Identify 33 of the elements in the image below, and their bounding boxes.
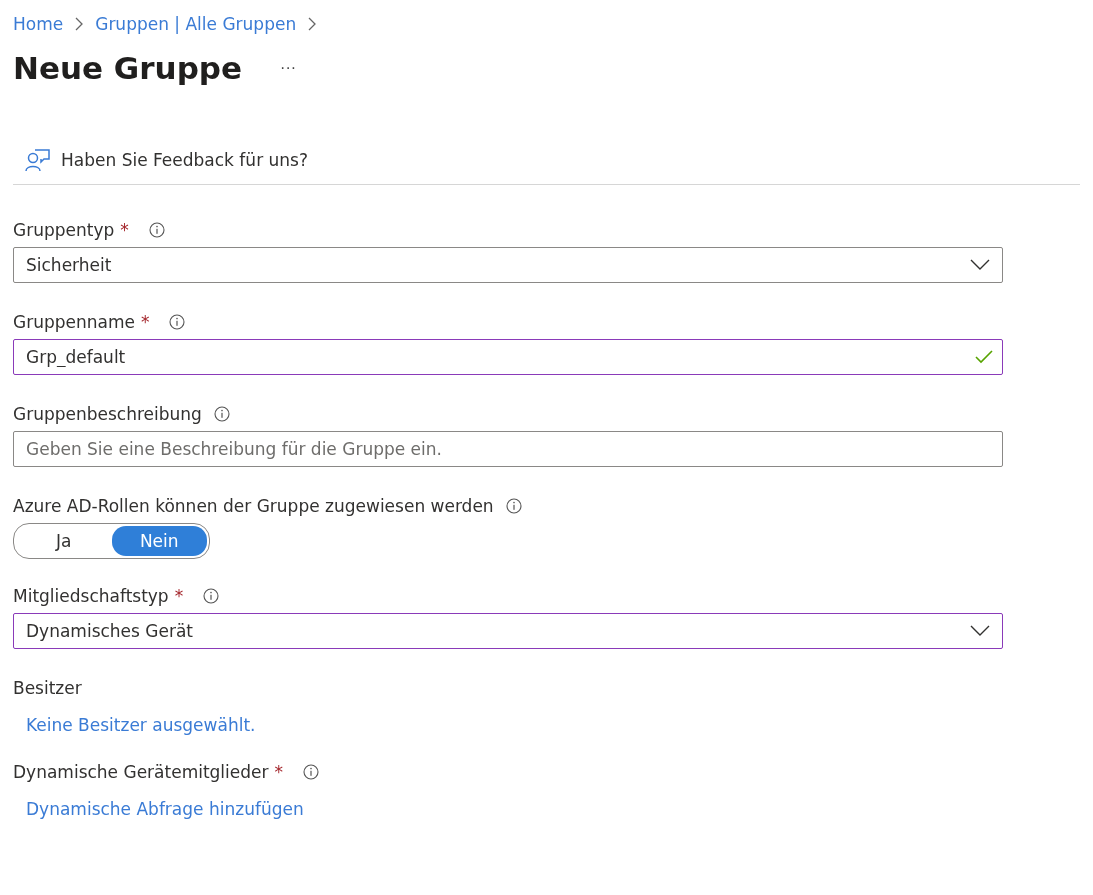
chevron-down-icon <box>970 259 990 271</box>
dropdown[interactable]: Sicherheit <box>13 247 1003 283</box>
toggle-option[interactable]: Nein <box>111 526 207 556</box>
field-label: Besitzer <box>13 678 82 698</box>
info-icon[interactable] <box>505 498 522 514</box>
field-label: Gruppenname <box>13 312 135 332</box>
text-input[interactable]: Geben Sie eine Beschreibung für die Gruppe ein. <box>13 431 1003 467</box>
breadcrumb-link[interactable]: Home <box>13 14 64 34</box>
field-label: Dynamische Gerätemitglieder <box>13 762 269 782</box>
field-label: Azure AD-Rollen können der Gruppe zugewiesen werden <box>13 496 494 516</box>
feedback-link[interactable]: Haben Sie Feedback für uns? <box>61 150 308 170</box>
info-icon[interactable] <box>203 588 220 604</box>
link[interactable]: Keine Besitzer ausgewählt. <box>13 705 1003 735</box>
chevron-down-icon <box>970 625 990 637</box>
breadcrumb-link[interactable]: Gruppen | Alle Gruppen <box>95 14 297 34</box>
required-mark: * <box>174 586 184 606</box>
info-icon[interactable] <box>213 406 230 422</box>
field-label: Gruppenbeschreibung <box>13 404 202 424</box>
page-title: Neue Gruppe <box>13 50 243 86</box>
info-icon[interactable] <box>303 764 319 780</box>
dropdown[interactable]: Dynamisches Gerät <box>13 613 1003 649</box>
required-mark: * <box>120 220 129 240</box>
more-button[interactable]: ··· <box>276 59 301 77</box>
link[interactable]: Dynamische Abfrage hinzufügen <box>13 789 1003 819</box>
required-mark: * <box>140 312 150 332</box>
person-feedback-icon <box>25 148 51 172</box>
field-label: Gruppentyp <box>13 220 115 240</box>
toggle-option[interactable]: Ja <box>16 526 112 556</box>
required-mark: * <box>274 762 283 782</box>
field-label: Mitgliedschaftstyp <box>13 586 169 606</box>
text-input[interactable]: Grp_default <box>13 339 1003 375</box>
info-icon[interactable] <box>148 222 165 238</box>
info-icon[interactable] <box>169 314 186 330</box>
